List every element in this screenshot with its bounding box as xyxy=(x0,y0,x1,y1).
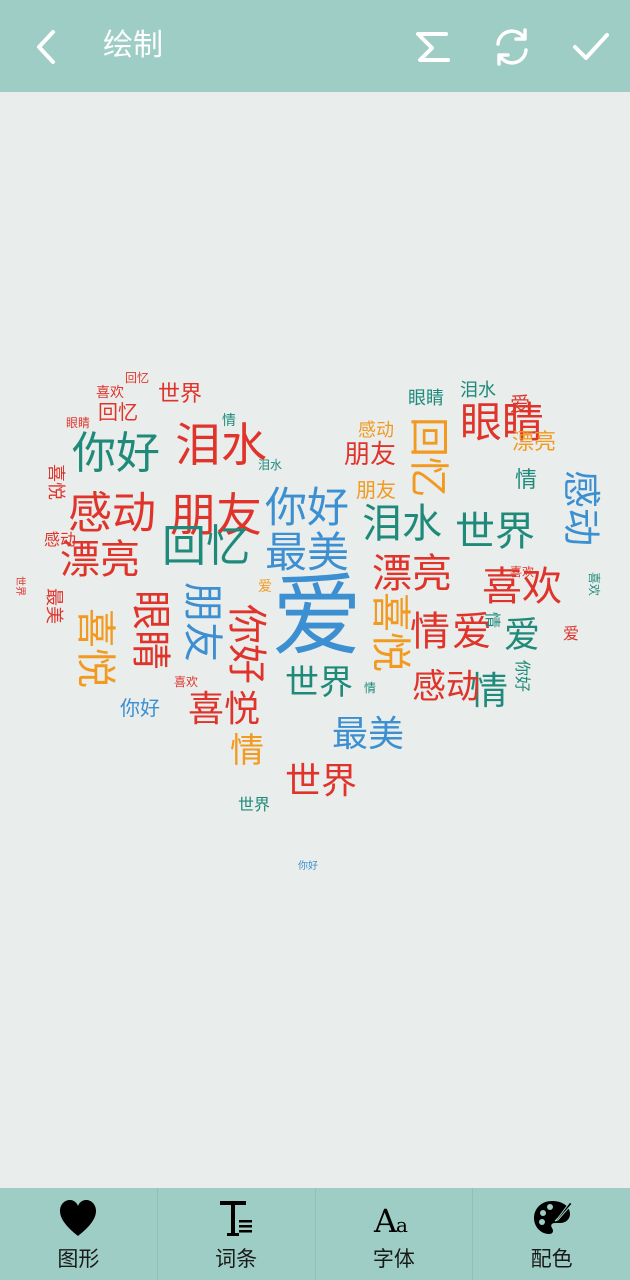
check-icon xyxy=(573,33,609,60)
font-icon: A a xyxy=(373,1202,408,1240)
cloud-word: 最美 xyxy=(265,528,350,577)
cloud-word: 情 xyxy=(410,609,450,655)
refresh-button[interactable] xyxy=(487,22,537,72)
cloud-word: 喜悦 xyxy=(367,592,413,672)
cloud-word: 眼睛 xyxy=(66,416,91,430)
cloud-word: 泪水 xyxy=(362,501,442,547)
cloud-word: 爱 xyxy=(258,579,272,595)
cloud-word: 喜欢 xyxy=(587,572,601,597)
cloud-word: 感动 xyxy=(412,667,480,707)
cloud-word: 情 xyxy=(222,413,236,429)
cloud-word: 感动 xyxy=(559,470,603,547)
cloud-word: 世界 xyxy=(158,382,203,407)
cloud-word: 世界 xyxy=(285,761,358,802)
cloud-word: 情 xyxy=(515,468,538,493)
cloud-word: 眼睛 xyxy=(127,590,173,670)
cloud-word: 你好 xyxy=(298,861,318,872)
cloud-word: 你好 xyxy=(513,660,532,693)
cloud-word: 世界 xyxy=(238,795,271,814)
back-button[interactable] xyxy=(22,22,72,72)
cloud-word: 朋友 xyxy=(356,478,396,502)
tab-words[interactable]: 词条 xyxy=(158,1188,316,1280)
cloud-word: 世界 xyxy=(285,663,353,703)
cloud-word: 回忆 xyxy=(162,521,250,572)
cloud-word: 喜欢 xyxy=(174,675,199,689)
drawing-canvas[interactable]: 爱朋友 你好 泪水 你好 感动 回忆 最美 漂亮 世界 泪水 眼睛 回忆 漂亮 喜欢 感动情爱爱喜悦 眼睛 朋友… xyxy=(0,92,630,1188)
tab-shape-label: 图形 xyxy=(57,1247,100,1271)
cloud-word: 爱 xyxy=(504,615,541,656)
sigma-icon xyxy=(416,32,450,62)
refresh-icon xyxy=(496,28,528,66)
svg-text:A: A xyxy=(373,1202,398,1240)
cloud-word: 回忆 xyxy=(405,417,451,497)
cloud-word: 回忆 xyxy=(125,371,150,385)
cloud-word: 你好 xyxy=(72,428,160,479)
page-title: 绘制 xyxy=(103,28,163,63)
tab-colors[interactable]: 配色 xyxy=(473,1188,630,1280)
cloud-word: 情 xyxy=(364,681,377,695)
bottom-toolbar: 图形 词条 A a 字体 配色 xyxy=(0,1188,630,1280)
confirm-button[interactable] xyxy=(566,22,616,72)
cloud-word: 眼睛 xyxy=(408,388,444,409)
cloud-word: 最美 xyxy=(43,588,64,624)
top-bar: 绘制 xyxy=(0,0,630,92)
cloud-word: 世界 xyxy=(455,509,535,555)
cloud-word: 喜欢 xyxy=(510,565,535,579)
sigma-button[interactable] xyxy=(408,22,458,72)
tab-words-label: 词条 xyxy=(215,1247,258,1271)
cloud-word: 漂亮 xyxy=(512,430,557,455)
cloud-word: 最美 xyxy=(332,714,405,755)
chevron-left-icon xyxy=(37,30,55,64)
tab-font[interactable]: A a 字体 xyxy=(316,1188,474,1280)
tab-font-label: 字体 xyxy=(372,1247,415,1271)
cloud-word: 爱 xyxy=(272,564,362,669)
cloud-word: 你好 xyxy=(120,696,160,720)
cloud-word: 泪水 xyxy=(258,458,283,472)
cloud-word: 你好 xyxy=(265,483,350,532)
cloud-word: 朋友 xyxy=(179,582,225,662)
cloud-word: 世界 xyxy=(14,576,25,596)
cloud-word: 喜悦 xyxy=(45,464,66,500)
heart-icon xyxy=(60,1200,97,1236)
cloud-word: 感动 xyxy=(44,530,77,549)
cloud-word: 情 xyxy=(483,612,502,629)
cloud-word: 泪水 xyxy=(175,418,267,472)
cloud-word: 朋友 xyxy=(344,440,397,470)
palette-icon xyxy=(533,1201,573,1234)
cloud-word: 你好 xyxy=(223,604,269,684)
cloud-word: 感动 xyxy=(68,488,156,539)
cloud-word: 喜悦 xyxy=(188,689,261,730)
cloud-word: 感动 xyxy=(358,420,394,441)
tab-colors-label: 配色 xyxy=(530,1247,573,1271)
cloud-word: 情 xyxy=(230,731,264,771)
cloud-word: 漂亮 xyxy=(372,551,452,597)
cloud-word: 回忆 xyxy=(98,400,138,424)
cloud-word: 爱 xyxy=(563,624,580,643)
word-cloud: 爱朋友 你好 泪水 你好 感动 回忆 最美 漂亮 世界 泪水 眼睛 回忆 漂亮 喜欢 感动情爱爱喜悦 眼睛 朋友… xyxy=(0,92,630,1188)
cloud-word: 喜悦 xyxy=(72,608,118,688)
cloud-word: 喜欢 xyxy=(96,385,124,401)
cloud-word: 泪水 xyxy=(460,380,496,401)
text-entry-icon xyxy=(220,1201,253,1236)
cloud-word: 爱 xyxy=(510,392,530,416)
tab-shape[interactable]: 图形 xyxy=(0,1188,158,1280)
svg-text:a: a xyxy=(396,1213,408,1237)
